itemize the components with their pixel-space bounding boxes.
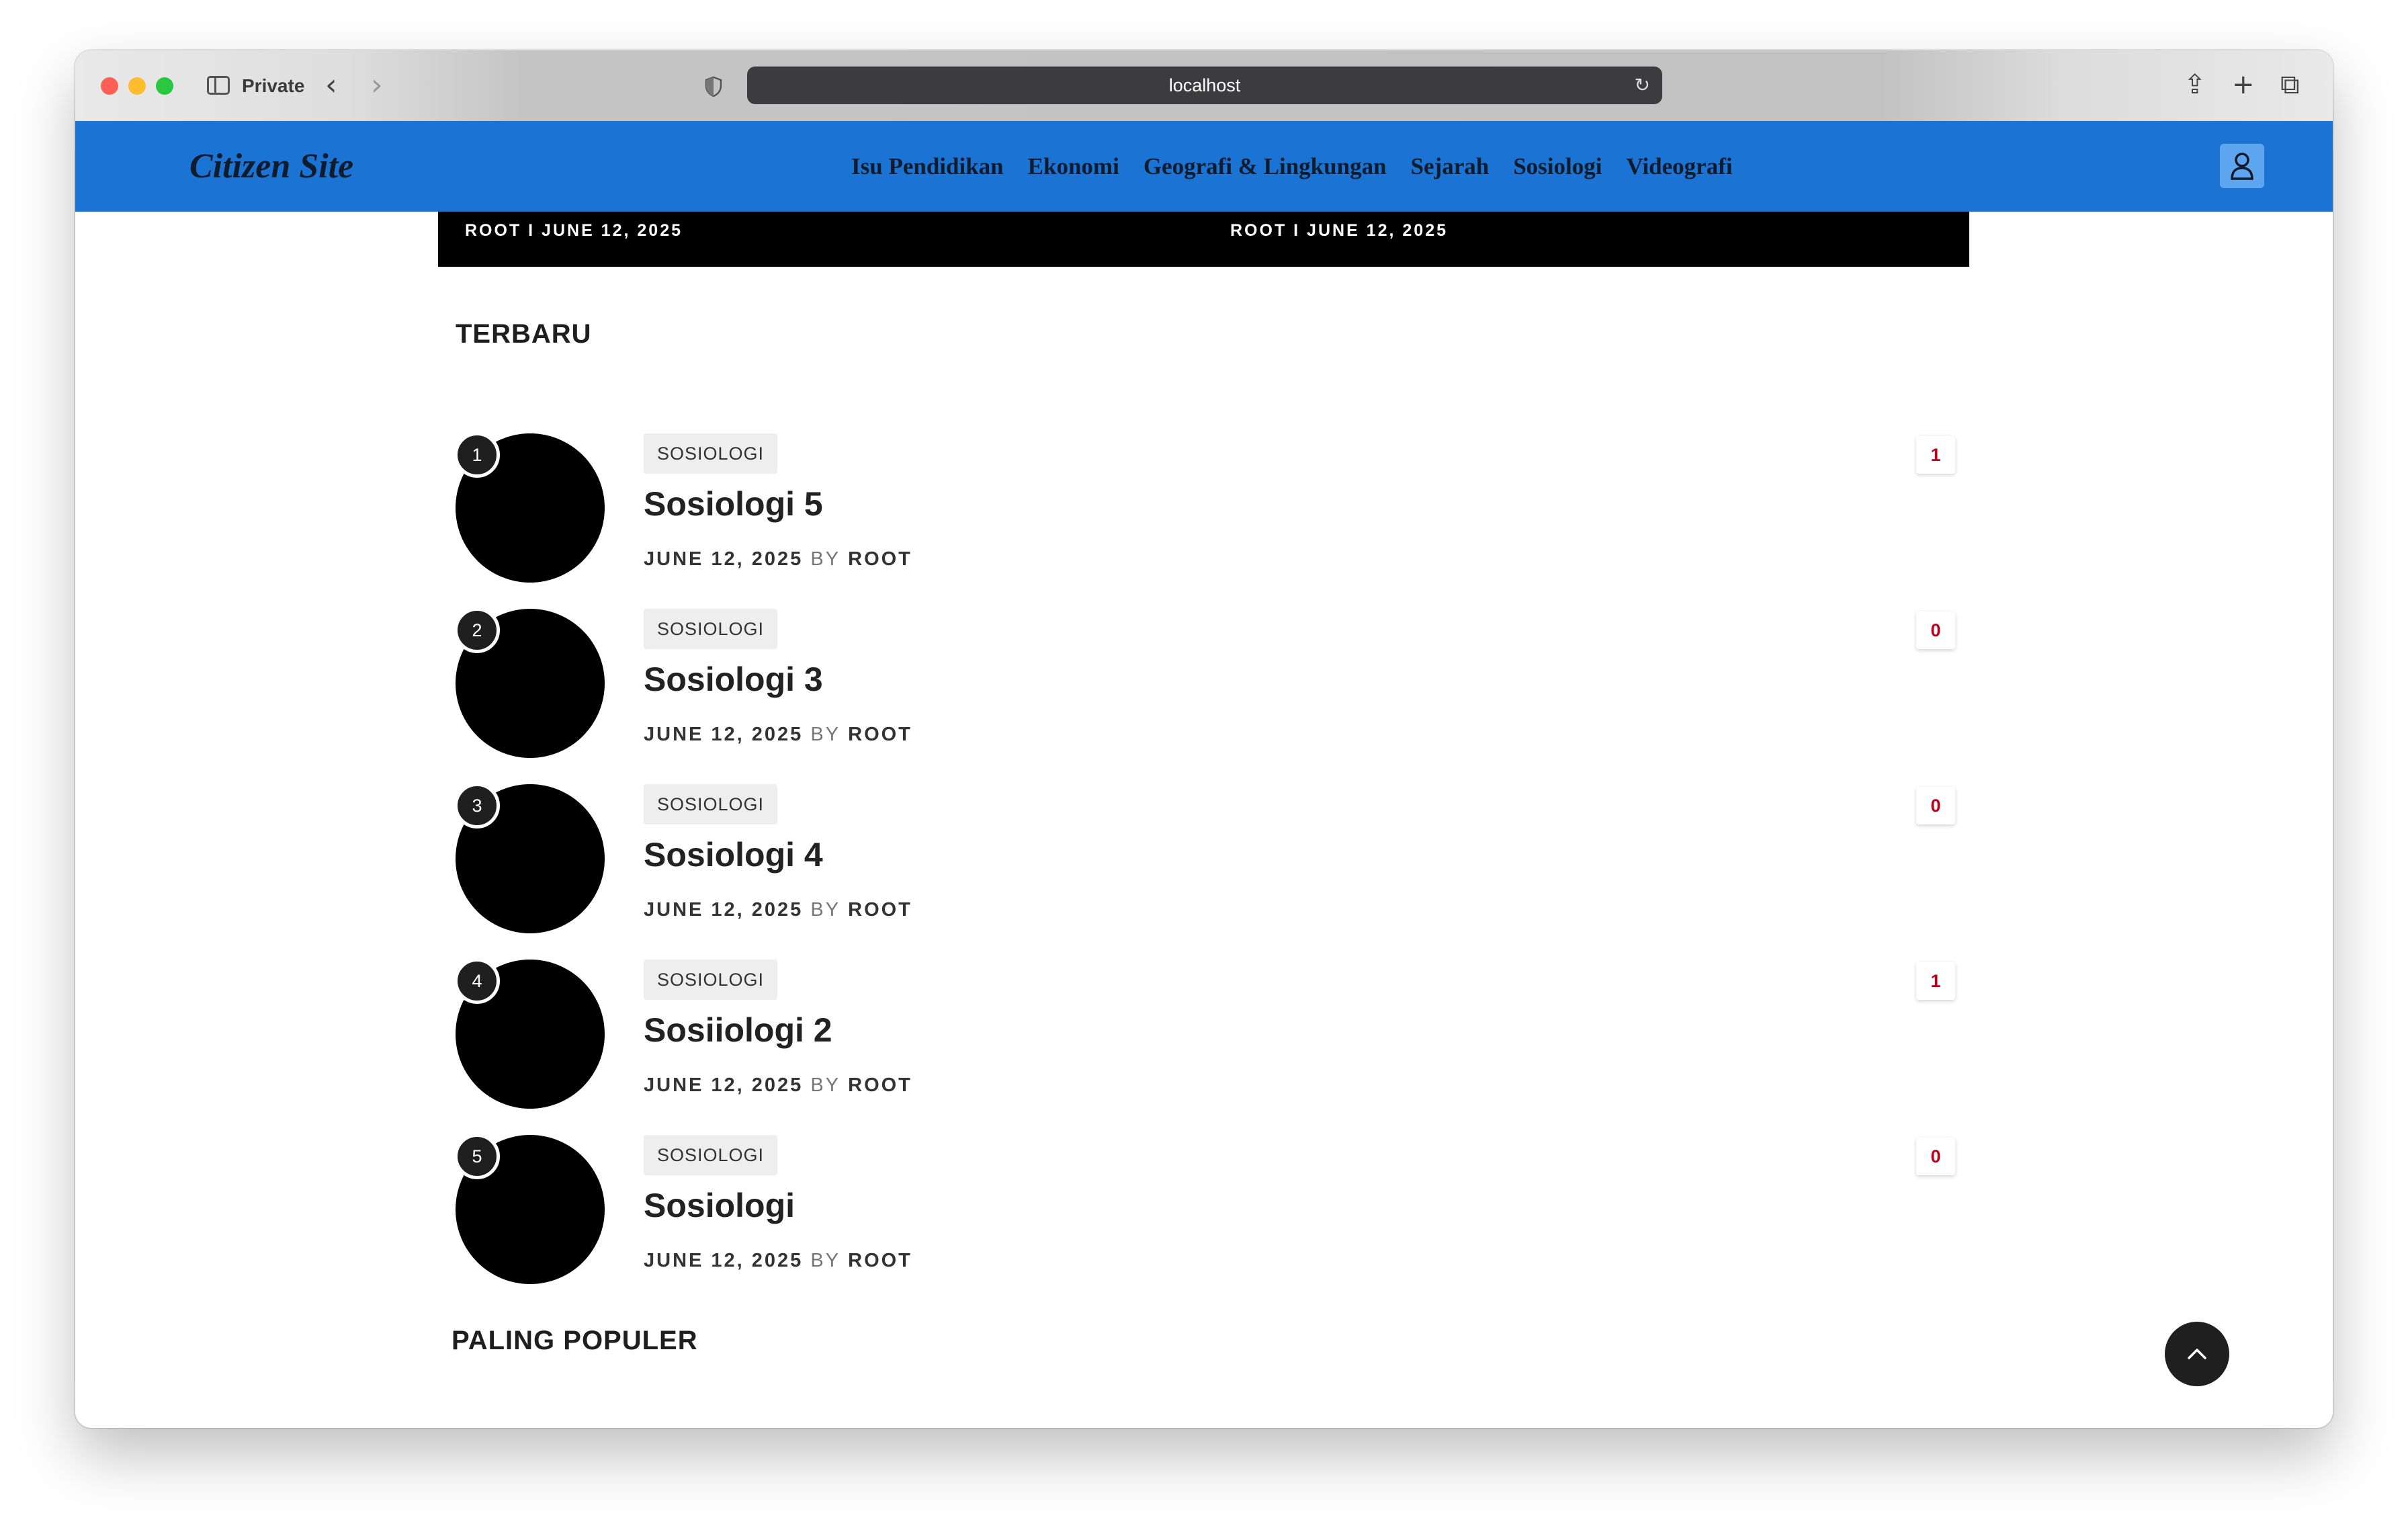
article-date: JUNE 12, 2025	[644, 1250, 804, 1271]
article-author[interactable]: ROOT	[848, 724, 912, 745]
article-title[interactable]: Sosiiologi 2	[644, 1010, 832, 1050]
comment-count-badge[interactable]: 1	[1916, 436, 1955, 474]
rank-badge: 3	[454, 783, 500, 829]
article-date: JUNE 12, 2025	[644, 548, 804, 570]
article-item[interactable]: 4 SOSIOLOGI Sosiiologi 2 JUNE 12, 2025 B…	[454, 958, 1955, 1114]
main-nav: Isu Pendidikan Ekonomi Geografi & Lingku…	[851, 151, 1733, 183]
nav-item-sejarah[interactable]: Sejarah	[1411, 151, 1490, 183]
rank-badge: 4	[454, 958, 500, 1004]
user-icon	[2231, 153, 2253, 180]
category-tag[interactable]: SOSIOLOGI	[644, 960, 778, 1000]
user-account-button[interactable]	[2220, 144, 2264, 188]
category-tag[interactable]: SOSIOLOGI	[644, 1135, 778, 1175]
minimize-window-button[interactable]	[128, 77, 146, 95]
article-title[interactable]: Sosiologi 5	[644, 484, 823, 524]
article-meta: JUNE 12, 2025 BY ROOT	[644, 548, 912, 570]
nav-item-isu-pendidikan[interactable]: Isu Pendidikan	[851, 151, 1004, 183]
address-bar[interactable]: localhost ↻	[747, 67, 1662, 104]
sidebar-icon[interactable]	[207, 76, 230, 95]
chevron-up-icon	[2188, 1349, 2206, 1359]
article-meta: JUNE 12, 2025 BY ROOT	[644, 898, 912, 921]
private-label: Private	[242, 75, 305, 96]
article-author[interactable]: ROOT	[848, 1074, 912, 1096]
category-tag[interactable]: SOSIOLOGI	[644, 784, 778, 824]
article-author[interactable]: ROOT	[848, 548, 912, 570]
rank-badge: 1	[454, 432, 500, 478]
article-by: BY	[810, 548, 841, 570]
reload-icon[interactable]: ↻	[1635, 67, 1650, 104]
hero-meta-right: ROOT I JUNE 12, 2025	[1230, 221, 1449, 240]
article-item[interactable]: 3 SOSIOLOGI Sosiologi 4 JUNE 12, 2025 BY…	[454, 783, 1955, 939]
article-title[interactable]: Sosiologi	[644, 1185, 795, 1226]
share-icon[interactable]: ⇪	[2184, 68, 2206, 101]
back-to-top-button[interactable]	[2165, 1322, 2229, 1386]
nav-item-videografi[interactable]: Videografi	[1626, 151, 1732, 183]
article-date: JUNE 12, 2025	[644, 724, 804, 745]
article-item[interactable]: 1 SOSIOLOGI Sosiologi 5 JUNE 12, 2025 BY…	[454, 432, 1955, 588]
comment-count-badge[interactable]: 0	[1916, 787, 1955, 824]
plus-icon[interactable]: +	[2232, 68, 2255, 101]
url-text: localhost	[1168, 75, 1241, 95]
category-tag[interactable]: SOSIOLOGI	[644, 609, 778, 649]
tabs-icon[interactable]: ⧉	[2280, 68, 2300, 101]
nav-item-ekonomi[interactable]: Ekonomi	[1028, 151, 1119, 183]
close-window-button[interactable]	[101, 77, 118, 95]
nav-item-geografi[interactable]: Geografi & Lingkungan	[1144, 151, 1387, 183]
article-by: BY	[810, 899, 841, 921]
hero-meta-left: ROOT I JUNE 12, 2025	[465, 221, 683, 240]
back-icon[interactable]: ‹	[325, 71, 337, 100]
hero-strip: ROOT I JUNE 12, 2025 ROOT I JUNE 12, 202…	[438, 212, 1969, 267]
article-date: JUNE 12, 2025	[644, 1074, 804, 1096]
article-title[interactable]: Sosiologi 3	[644, 659, 823, 699]
rank-badge: 2	[454, 607, 500, 653]
site-header: Citizen Site Isu Pendidikan Ekonomi Geog…	[75, 121, 2333, 212]
forward-icon[interactable]: ›	[371, 71, 383, 100]
article-item[interactable]: 5 SOSIOLOGI Sosiologi JUNE 12, 2025 BY R…	[454, 1134, 1955, 1289]
article-meta: JUNE 12, 2025 BY ROOT	[644, 1074, 912, 1097]
zoom-window-button[interactable]	[156, 77, 173, 95]
shield-icon[interactable]	[704, 76, 723, 97]
article-title[interactable]: Sosiologi 4	[644, 835, 823, 875]
section-title-terbaru: TERBARU	[456, 319, 592, 349]
article-by: BY	[810, 1250, 841, 1271]
category-tag[interactable]: SOSIOLOGI	[644, 433, 778, 474]
article-meta: JUNE 12, 2025 BY ROOT	[644, 723, 912, 746]
article-item[interactable]: 2 SOSIOLOGI Sosiologi 3 JUNE 12, 2025 BY…	[454, 607, 1955, 763]
rank-badge: 5	[454, 1134, 500, 1179]
comment-count-badge[interactable]: 0	[1916, 611, 1955, 649]
site-logo[interactable]: Citizen Site	[189, 146, 353, 187]
browser-window: Private ‹ › localhost ↻ ⇪ + ⧉ Citizen Si…	[75, 50, 2333, 1428]
browser-toolbar: Private ‹ › localhost ↻ ⇪ + ⧉	[75, 50, 2333, 121]
article-date: JUNE 12, 2025	[644, 899, 804, 921]
article-author[interactable]: ROOT	[848, 1250, 912, 1271]
article-by: BY	[810, 1074, 841, 1096]
article-author[interactable]: ROOT	[848, 899, 912, 921]
article-by: BY	[810, 724, 841, 745]
nav-item-sosiologi[interactable]: Sosiologi	[1513, 151, 1602, 183]
comment-count-badge[interactable]: 0	[1916, 1138, 1955, 1175]
comment-count-badge[interactable]: 1	[1916, 962, 1955, 1000]
section-title-populer: PALING POPULER	[452, 1326, 698, 1355]
article-meta: JUNE 12, 2025 BY ROOT	[644, 1249, 912, 1272]
